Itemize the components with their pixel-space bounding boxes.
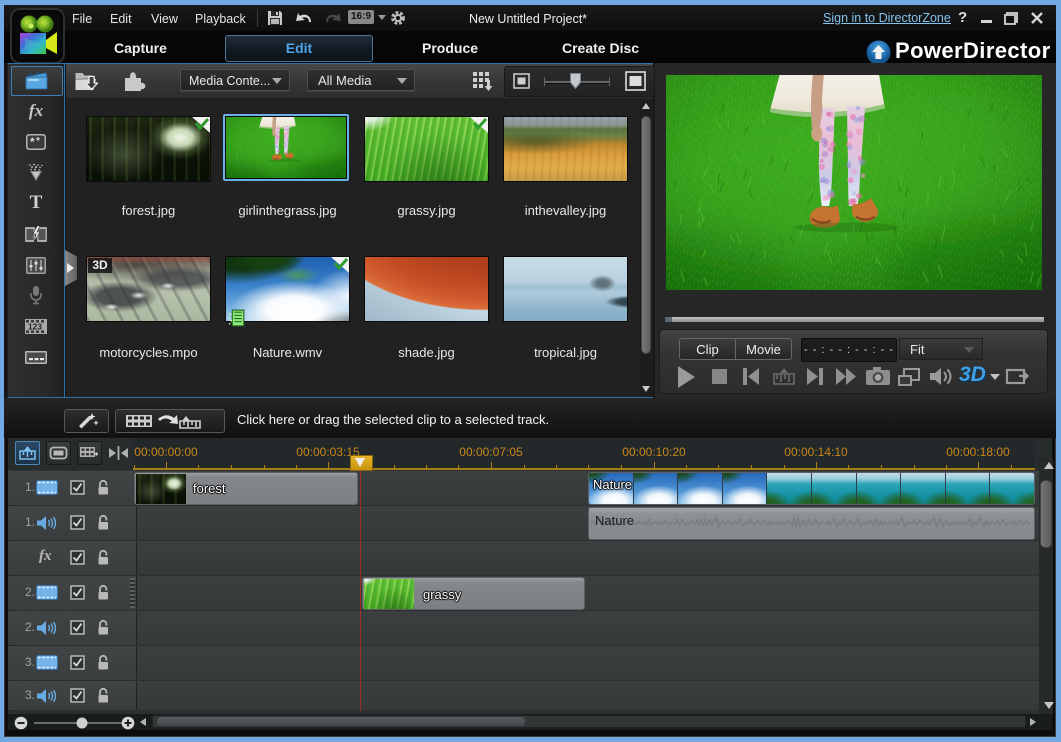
svg-text:*: * (30, 135, 35, 149)
svg-text:123: 123 (28, 321, 42, 331)
svg-text:*: * (36, 136, 40, 147)
